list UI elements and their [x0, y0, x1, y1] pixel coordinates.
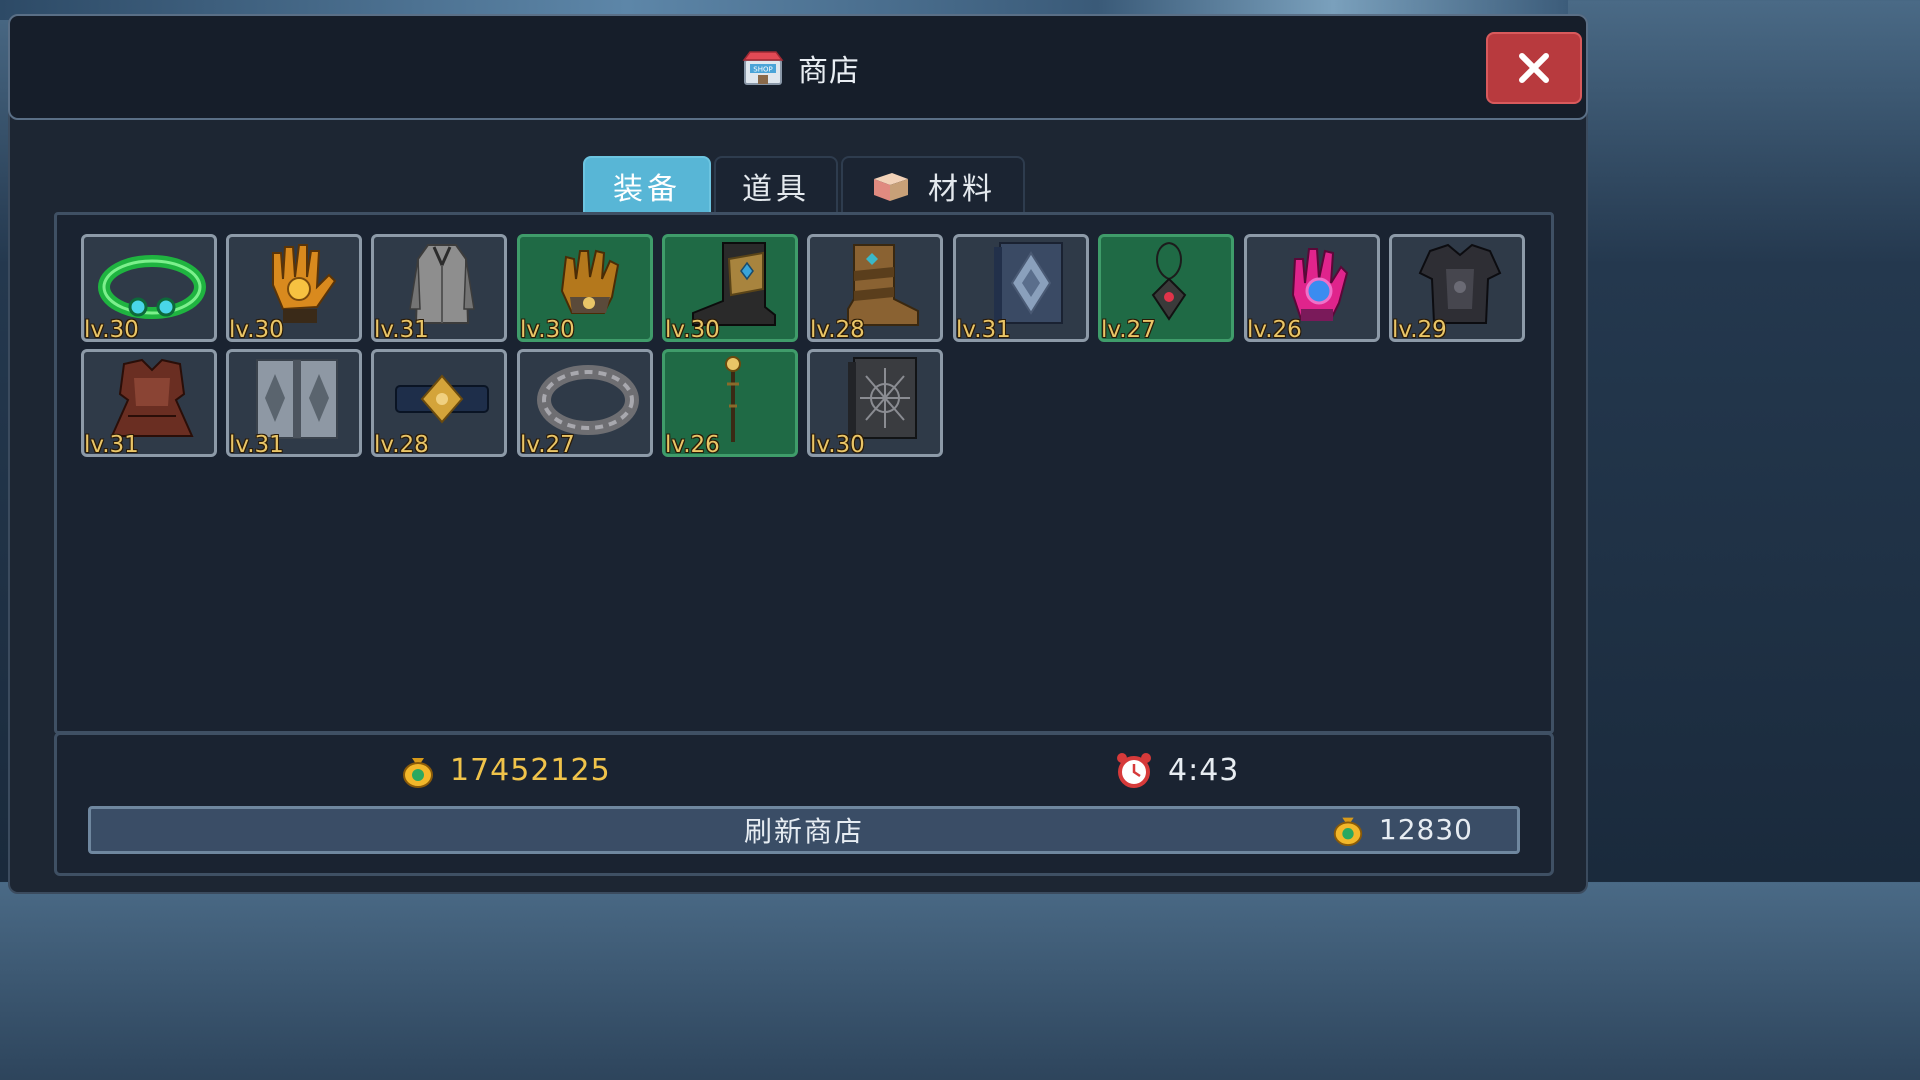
item-level: lv.30 — [665, 317, 720, 342]
item-slot[interactable]: lv.31 — [371, 234, 507, 342]
refresh-shop-button[interactable]: 刷新商店 12830 — [88, 806, 1520, 854]
item-level: lv.30 — [84, 317, 139, 342]
refresh-timer: 4:43 — [1114, 752, 1239, 788]
item-slot[interactable]: lv.28 — [371, 349, 507, 457]
item-slot[interactable]: lv.30 — [517, 234, 653, 342]
refresh-cost-amount: 12830 — [1378, 812, 1473, 846]
gold-balance: 17452125 — [400, 752, 611, 788]
page-title: 商店 — [798, 54, 860, 89]
item-level: lv.28 — [374, 432, 429, 457]
item-level: lv.30 — [229, 317, 284, 342]
tab-label: 装备 — [613, 172, 681, 207]
item-level: lv.31 — [374, 317, 429, 342]
item-level: lv.30 — [810, 432, 865, 457]
close-icon — [1519, 53, 1549, 83]
item-level: lv.26 — [665, 432, 720, 457]
item-level: lv.26 — [1247, 317, 1302, 342]
svg-text:SHOP: SHOP — [753, 66, 772, 74]
item-level: lv.28 — [810, 317, 865, 342]
timer-text: 4:43 — [1168, 752, 1240, 788]
item-level: lv.29 — [1392, 317, 1447, 342]
tab-bar: 装备 道具 材料 — [583, 156, 1025, 214]
item-level: lv.31 — [229, 432, 284, 457]
alarm-clock-icon — [1117, 753, 1151, 788]
gold-amount: 17452125 — [450, 752, 611, 788]
item-slot[interactable]: lv.31 — [81, 349, 217, 457]
item-level: lv.27 — [520, 432, 575, 457]
item-slot[interactable]: lv.26 — [662, 349, 798, 457]
shop-footer — [54, 732, 1554, 876]
item-slot[interactable]: lv.27 — [517, 349, 653, 457]
tab-materials[interactable]: 材料 — [841, 156, 1025, 214]
item-slot[interactable]: lv.30 — [81, 234, 217, 342]
item-level: lv.31 — [84, 432, 139, 457]
item-slot[interactable]: lv.28 — [807, 234, 943, 342]
shop-icon: SHOP — [742, 50, 784, 86]
item-slot[interactable]: lv.26 — [1244, 234, 1380, 342]
tab-props[interactable]: 道具 — [714, 156, 838, 214]
item-slot[interactable]: lv.29 — [1389, 234, 1525, 342]
item-slot[interactable]: lv.31 — [226, 349, 362, 457]
tab-equipment[interactable]: 装备 — [583, 156, 711, 214]
close-button[interactable] — [1486, 32, 1582, 104]
coin-bag-icon — [1333, 817, 1363, 846]
coin-bag-icon — [403, 758, 433, 788]
item-level: lv.31 — [956, 317, 1011, 342]
item-slot[interactable]: lv.30 — [807, 349, 943, 457]
refresh-cost: 12830 — [1331, 812, 1473, 846]
refresh-label: 刷新商店 — [743, 815, 864, 848]
item-slot[interactable]: lv.30 — [662, 234, 798, 342]
tab-label: 道具 — [742, 172, 810, 207]
item-slot[interactable]: lv.30 — [226, 234, 362, 342]
item-level: lv.27 — [1101, 317, 1156, 342]
item-slot[interactable]: lv.31 — [953, 234, 1089, 342]
item-level: lv.30 — [520, 317, 575, 342]
box-icon — [874, 173, 908, 201]
tab-label: 材料 — [928, 172, 996, 207]
item-slot[interactable]: lv.27 — [1098, 234, 1234, 342]
shop-title: SHOP 商店 — [742, 46, 860, 90]
